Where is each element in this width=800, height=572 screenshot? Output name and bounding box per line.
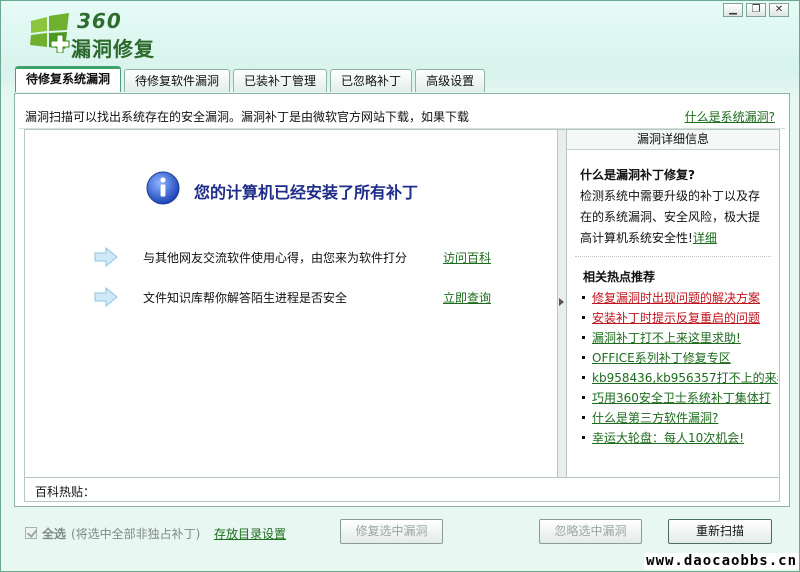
select-all-note: (将选中全部非独占补丁) <box>71 527 201 541</box>
section-title: 什么是漏洞补丁修复? <box>580 168 695 182</box>
sidebar-header: 漏洞详细信息 <box>567 130 779 150</box>
bottom-bar: 全选 (将选中全部非独占补丁) 存放目录设置 修复选中漏洞 忽略选中漏洞 重新扫… <box>1 507 799 571</box>
bullet-icon <box>582 315 585 319</box>
section-title: 相关热点推荐 <box>583 270 656 284</box>
minimize-button[interactable]: ▁ <box>723 3 743 17</box>
arrow-right-icon <box>94 287 118 307</box>
restore-button[interactable]: ❐ <box>746 3 766 17</box>
ignore-selected-button[interactable]: 忽略选中漏洞 <box>539 519 642 544</box>
hot-topic-link[interactable]: 什么是第三方软件漏洞? <box>592 411 718 425</box>
tab-pending-software[interactable]: 待修复软件漏洞 <box>124 69 231 92</box>
hot-topic-link[interactable]: 修复漏洞时出现问题的解决方案 <box>592 291 760 305</box>
hot-topic-link[interactable]: kb958436,kb956357打不上的来看 <box>592 371 778 385</box>
visit-baike-link[interactable]: 访问百科 <box>443 249 491 266</box>
list-item: 与其他网友交流软件使用心得，由您来为软件打分 访问百科 <box>93 247 513 267</box>
sidebar-collapse-handle[interactable] <box>558 129 566 478</box>
hot-topic-item: 幸运大轮盘：每人10次机会! <box>582 428 778 448</box>
window-controls: ▁ ❐ ✕ <box>723 3 789 17</box>
app-logo: 360 漏洞修复 <box>27 9 187 61</box>
select-all-checkbox[interactable] <box>25 527 37 539</box>
bullet-icon <box>582 375 585 379</box>
bullet-icon <box>582 355 585 359</box>
hot-topic-item: 漏洞补丁打不上来这里求助! <box>582 328 778 348</box>
scan-description: 漏洞扫描可以找出系统存在的安全漏洞。漏洞补丁是由微软官方网站下载，如果下载 <box>25 110 470 124</box>
chevron-right-icon <box>559 298 564 306</box>
hot-topic-item: OFFICE系列补丁修复专区 <box>582 348 778 368</box>
query-now-link[interactable]: 立即查询 <box>443 289 491 306</box>
detail-link[interactable]: 详细 <box>693 231 717 245</box>
fix-selected-button[interactable]: 修复选中漏洞 <box>340 519 443 544</box>
logo-number: 360 <box>77 9 122 33</box>
watermark: www.daocaobbs.cn <box>644 553 799 569</box>
tab-bar: 待修复系统漏洞 待修复软件漏洞 已装补丁管理 已忽略补丁 高级设置 <box>15 66 486 93</box>
app-window: 360 漏洞修复 ▁ ❐ ✕ 待修复系统漏洞 待修复软件漏洞 已装补丁管理 已忽… <box>0 0 800 572</box>
community-text: 与其他网友交流软件使用心得，由您来为软件打分 <box>143 251 408 265</box>
hot-topic-link[interactable]: 安装补丁时提示反复重启的问题 <box>592 311 760 325</box>
hot-topic-link[interactable]: OFFICE系列补丁修复专区 <box>592 351 731 365</box>
arrow-right-icon <box>94 247 118 267</box>
hot-topic-item: kb958436,kb956357打不上的来看 <box>582 368 778 388</box>
tab-panel: 漏洞扫描可以找出系统存在的安全漏洞。漏洞补丁是由微软官方网站下载，如果下载 什么… <box>14 93 790 507</box>
bullet-icon <box>582 295 585 299</box>
hot-topic-link[interactable]: 漏洞补丁打不上来这里求助! <box>592 331 741 345</box>
storage-directory-link[interactable]: 存放目录设置 <box>214 525 286 542</box>
info-icon <box>146 171 180 205</box>
rescan-button[interactable]: 重新扫描 <box>668 519 772 544</box>
windows-flag-icon <box>30 13 70 53</box>
select-all-label: 全选 <box>42 527 67 541</box>
what-is-vulnerability-link[interactable]: 什么是系统漏洞? <box>685 108 775 125</box>
close-button[interactable]: ✕ <box>769 3 789 17</box>
divider <box>575 256 771 257</box>
baike-hot-label: 百科热贴： <box>35 485 96 499</box>
tab-ignored-patches[interactable]: 已忽略补丁 <box>330 69 413 92</box>
file-knowledge-text: 文件知识库帮你解答陌生进程是否安全 <box>143 291 348 305</box>
bullet-icon <box>582 435 585 439</box>
bullet-icon <box>582 415 585 419</box>
section-body-text: 检测系统中需要升级的补丁以及存在的系统漏洞、安全风险，极大提高计算机系统安全性! <box>580 189 761 245</box>
list-item: 文件知识库帮你解答陌生进程是否安全 立即查询 <box>93 287 513 307</box>
tab-installed-patches[interactable]: 已装补丁管理 <box>233 69 328 92</box>
section-body: 检测系统中需要升级的补丁以及存在的系统漏洞、安全风险，极大提高计算机系统安全性!… <box>580 186 770 249</box>
all-patched-message: 您的计算机已经安装了所有补丁 <box>194 183 419 202</box>
hot-topic-item: 什么是第三方软件漏洞? <box>582 408 778 428</box>
baike-hot-bar: 百科热贴： <box>24 478 780 502</box>
bullet-icon <box>582 395 585 399</box>
hot-topic-item: 修复漏洞时出现问题的解决方案 <box>582 288 778 308</box>
bullet-icon <box>582 335 585 339</box>
logo-text: 漏洞修复 <box>71 37 155 61</box>
hot-topic-item: 巧用360安全卫士系统补丁集体打 <box>582 388 778 408</box>
hot-topic-item: 安装补丁时提示反复重启的问题 <box>582 308 778 328</box>
detail-sidebar: 漏洞详细信息 什么是漏洞补丁修复? 检测系统中需要升级的补丁以及存在的系统漏洞、… <box>566 129 780 478</box>
hot-topic-link[interactable]: 巧用360安全卫士系统补丁集体打 <box>592 391 771 405</box>
result-area: 您的计算机已经安装了所有补丁 与其他网友交流软件使用心得，由您来为软件打分 访问… <box>24 129 558 478</box>
tab-advanced-settings[interactable]: 高级设置 <box>415 69 486 92</box>
tab-pending-system[interactable]: 待修复系统漏洞 <box>15 66 122 92</box>
hot-topics-list: 修复漏洞时出现问题的解决方案 安装补丁时提示反复重启的问题 漏洞补丁打不上来这里求助… <box>582 288 778 448</box>
hot-topic-link[interactable]: 幸运大轮盘：每人10次机会! <box>592 431 744 445</box>
